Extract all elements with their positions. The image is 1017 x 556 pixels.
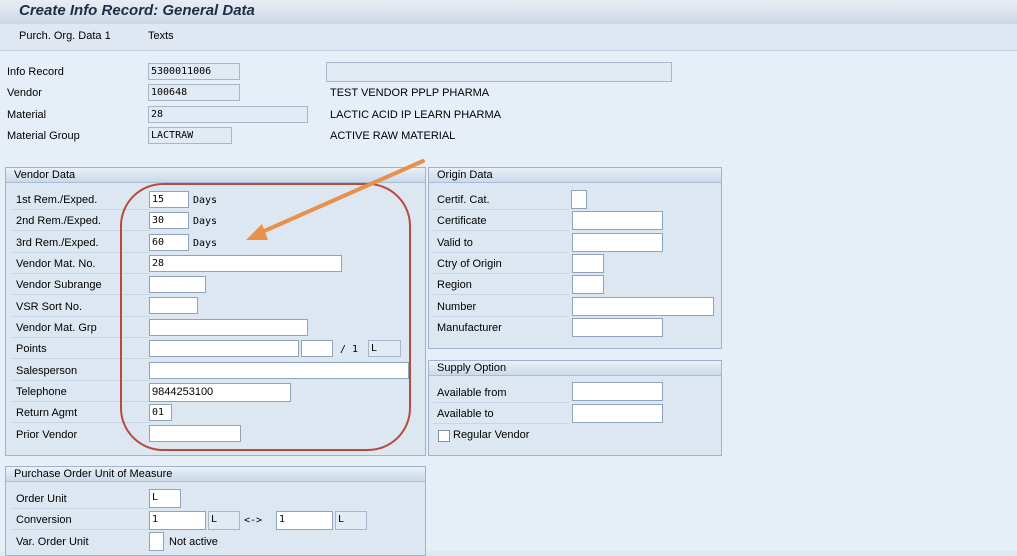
pointer-arrow-head	[246, 224, 268, 240]
highlight-ellipse	[120, 183, 411, 451]
annotation-overlay	[120, 159, 425, 451]
